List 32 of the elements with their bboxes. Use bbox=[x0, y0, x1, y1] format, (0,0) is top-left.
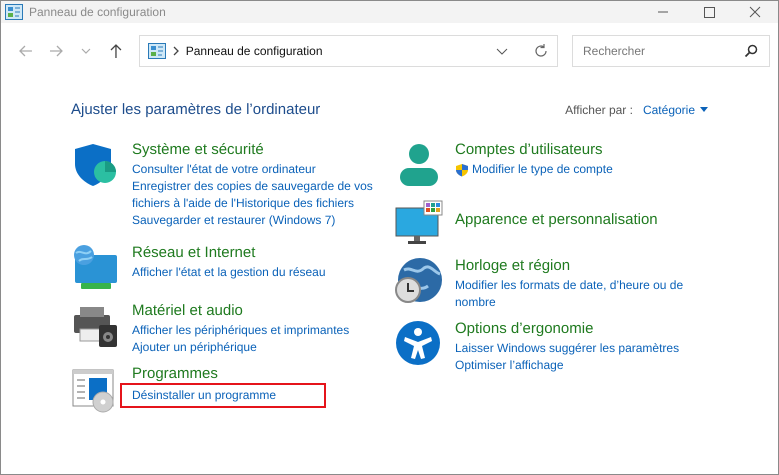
task-link[interactable]: Afficher les périphériques et imprimantes bbox=[132, 322, 350, 339]
task-link[interactable]: Modifier les formats de date, d’heure ou de nombre bbox=[455, 277, 708, 311]
chevron-right-icon bbox=[172, 46, 180, 56]
category-link[interactable]: Options d’ergonomie bbox=[455, 319, 594, 339]
category-link[interactable]: Apparence et personnalisation bbox=[455, 210, 658, 230]
task-link[interactable]: Désinstaller un programme bbox=[122, 385, 324, 406]
task-link[interactable]: Laisser Windows suggérer les paramètres bbox=[455, 340, 680, 357]
control-panel-icon bbox=[148, 43, 166, 59]
control-panel-icon bbox=[5, 4, 23, 20]
search-icon[interactable] bbox=[744, 44, 758, 58]
task-link[interactable]: Optimiser l’affichage bbox=[455, 357, 564, 374]
window-title: Panneau de configuration bbox=[29, 5, 167, 19]
search-field[interactable]: Rechercher bbox=[572, 35, 770, 67]
task-link[interactable]: Sauvegarder et restaurer (Windows 7) bbox=[132, 212, 336, 229]
caret-down-icon bbox=[700, 106, 708, 112]
category-link[interactable]: Comptes d’utilisateurs bbox=[455, 140, 603, 160]
page-heading: Ajuster les paramètres de l’ordinateur bbox=[71, 101, 320, 118]
category-link[interactable]: Programmes bbox=[132, 364, 218, 384]
task-link[interactable]: Modifier le type de compte bbox=[472, 161, 613, 178]
category-link[interactable]: Matériel et audio bbox=[132, 301, 243, 321]
task-link[interactable]: Ajouter un périphérique bbox=[132, 339, 257, 356]
task-link[interactable]: Consulter l'état de votre ordinateur bbox=[132, 161, 316, 178]
task-link[interactable]: Afficher l'état et la gestion du réseau bbox=[132, 264, 326, 281]
category-link[interactable]: Système et sécurité bbox=[132, 140, 264, 160]
view-by-label: Afficher par : bbox=[565, 102, 633, 116]
view-by-dropdown[interactable]: Catégorie bbox=[642, 102, 708, 116]
category-link[interactable]: Horloge et région bbox=[455, 256, 570, 276]
refresh-icon[interactable] bbox=[532, 43, 549, 59]
globe-clock-icon[interactable] bbox=[394, 256, 444, 306]
address-bar[interactable]: Panneau de configuration bbox=[138, 35, 558, 67]
task-link[interactable]: Enregistrer des copies de sauvegarde de vos fichiers à l'aide de l'Historique des fichiers bbox=[132, 178, 394, 212]
category-link[interactable]: Réseau et Internet bbox=[132, 243, 256, 263]
